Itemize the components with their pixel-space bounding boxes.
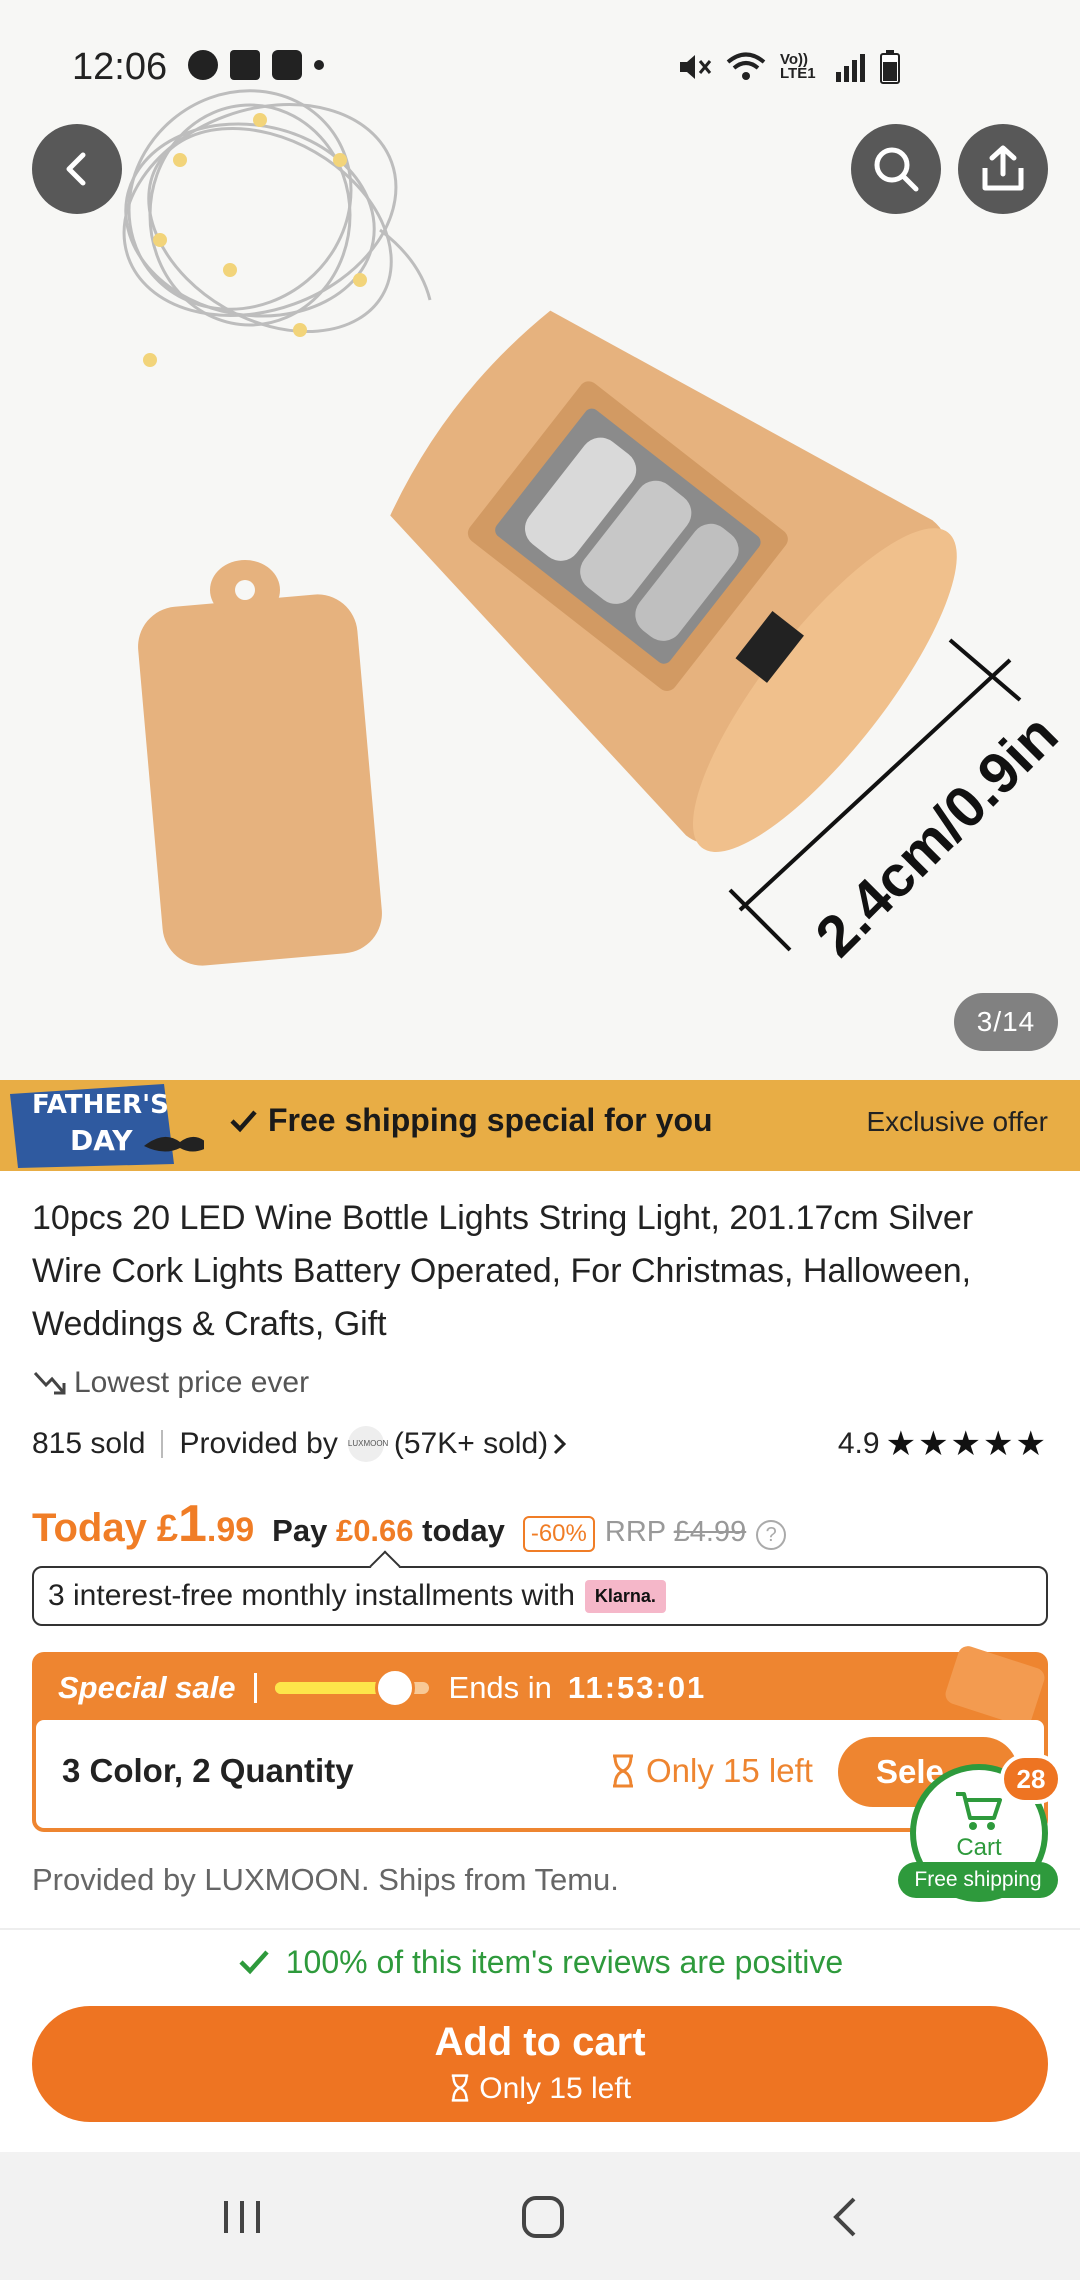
hourglass-icon xyxy=(613,1754,633,1788)
pay-amount: £0.66 xyxy=(335,1513,414,1548)
countdown-timer: 11:53:01 xyxy=(567,1670,707,1705)
status-time: 12:06 xyxy=(72,46,168,88)
promo-bar[interactable]: FATHER'S DAY Free shipping special for y… xyxy=(0,1080,1080,1171)
chevron-left-icon xyxy=(833,2197,856,2237)
check-icon xyxy=(230,1110,257,1132)
home-button[interactable] xyxy=(503,2182,583,2252)
volte-icon: Vo)) LTE1 xyxy=(780,51,816,82)
rrp-value: £4.99 xyxy=(673,1516,747,1548)
exclusive-offer-label: Exclusive offer xyxy=(866,1106,1048,1137)
price-whole: 1 xyxy=(177,1495,207,1553)
add-to-cart-button[interactable]: Add to cart Only 15 left xyxy=(32,2006,1048,2122)
price-fraction: .99 xyxy=(206,1511,255,1549)
trophy-icon xyxy=(230,50,260,80)
klarna-text: 3 interest-free monthly installments wit… xyxy=(48,1579,575,1612)
variant-selector[interactable]: 3 Color, 2 Quantity Only 15 left Sele xyxy=(36,1720,1044,1828)
nav-back-button[interactable] xyxy=(806,2182,886,2252)
provided-by-label: Provided by xyxy=(179,1427,338,1460)
share-icon xyxy=(982,145,1024,191)
search-icon xyxy=(874,147,919,192)
reviews-positive: 100% of this item's reviews are positive xyxy=(0,1944,1080,1981)
cart-label: Cart xyxy=(956,1834,1002,1861)
trend-down-icon xyxy=(33,1371,66,1395)
rrp: RRP £4.99 xyxy=(605,1516,746,1549)
special-sale-box: Special sale Ends in 11:53:01 3 Color, 2… xyxy=(32,1643,1048,1832)
share-button[interactable] xyxy=(958,124,1048,214)
fathers-day-badge: FATHER'S DAY xyxy=(4,1080,210,1171)
help-icon[interactable]: ? xyxy=(756,1520,787,1550)
cart-count-badge: 28 xyxy=(1000,1754,1062,1804)
add-to-cart-stock: Only 15 left xyxy=(32,2072,1048,2106)
special-sale-label: Special sale xyxy=(58,1670,236,1705)
check-icon xyxy=(239,1950,269,1975)
cart-icon xyxy=(956,1792,1002,1830)
free-shipping-text: Free shipping special for you xyxy=(228,1102,713,1139)
rating[interactable]: 4.9 ★★★★★ xyxy=(838,1422,1048,1466)
rating-value: 4.9 xyxy=(837,1427,880,1460)
search-button[interactable] xyxy=(851,124,941,214)
hourglass-icon xyxy=(451,2074,469,2102)
battery-icon xyxy=(880,50,900,84)
chevron-left-icon xyxy=(66,152,86,186)
discount-badge: -60% xyxy=(522,1516,595,1552)
add-to-cart-stock-label: Only 15 left xyxy=(479,2072,632,2105)
dot-icon xyxy=(314,60,324,70)
recent-apps-icon xyxy=(224,2201,260,2233)
signal-icon xyxy=(836,54,865,82)
stock-left-label: Only 15 left xyxy=(646,1752,813,1789)
pay-today: Pay £0.66 today xyxy=(272,1513,505,1549)
lowest-price-badge: Lowest price ever xyxy=(32,1366,309,1400)
klarna-logo: Klarna. xyxy=(584,1579,666,1613)
store-sold-count: (57K+ sold) xyxy=(393,1427,549,1460)
home-icon xyxy=(522,2196,564,2238)
star-rating-icons: ★★★★★ xyxy=(885,1425,1048,1463)
badge-line2: DAY xyxy=(70,1124,133,1157)
add-to-cart-label: Add to cart xyxy=(434,2020,646,2064)
status-bar: 12:06 Vo)) LTE1 xyxy=(0,40,1080,100)
klarna-installments[interactable]: 3 interest-free monthly installments wit… xyxy=(32,1566,1048,1626)
rrp-label: RRP xyxy=(604,1516,666,1548)
free-shipping-label: Free shipping special for you xyxy=(268,1102,713,1138)
figure-icon xyxy=(272,50,302,80)
meta-divider xyxy=(161,1430,164,1458)
section-divider xyxy=(0,1928,1080,1930)
price-row: Today £ 1 .99 Pay £0.66 today -60% RRP £… xyxy=(32,1494,787,1554)
sale-progress xyxy=(274,1668,429,1708)
back-button[interactable] xyxy=(32,124,122,214)
product-image-gallery[interactable]: 2.4cm/0.9in 12:06 Vo)) LTE1 3/14 xyxy=(0,0,1080,1080)
stock-left: Only 15 left xyxy=(610,1752,813,1790)
sale-divider xyxy=(253,1673,257,1703)
sale-header: Special sale Ends in 11:53:01 xyxy=(58,1668,706,1708)
store-logo: LUXMOON xyxy=(347,1426,388,1462)
wear-icon xyxy=(188,50,218,80)
pay-suffix: today xyxy=(422,1513,505,1548)
badge-line1: FATHER'S xyxy=(32,1090,169,1120)
mute-icon xyxy=(680,55,712,79)
chevron-right-icon xyxy=(554,1433,567,1455)
clock-icon xyxy=(374,1668,415,1708)
variant-summary: 3 Color, 2 Quantity xyxy=(62,1752,354,1789)
wifi-icon xyxy=(726,52,766,80)
pay-label: Pay xyxy=(272,1513,328,1548)
today-label: Today xyxy=(32,1506,147,1550)
notification-icons xyxy=(188,50,324,80)
reviews-text: 100% of this item's reviews are positive xyxy=(285,1944,844,1980)
sale-decoration xyxy=(942,1643,1048,1729)
cart-free-shipping: Free shipping xyxy=(898,1862,1058,1898)
lowest-price-label: Lowest price ever xyxy=(74,1366,310,1399)
shipping-note: Provided by LUXMOON. Ships from Temu. xyxy=(32,1862,619,1897)
image-counter: 3/14 xyxy=(954,993,1058,1051)
system-navigation-bar xyxy=(0,2152,1080,2280)
sold-count: 815 sold xyxy=(32,1427,146,1460)
product-title: 10pcs 20 LED Wine Bottle Lights String L… xyxy=(32,1199,974,1343)
currency-symbol: £ xyxy=(156,1508,178,1550)
recent-apps-button[interactable] xyxy=(202,2182,282,2252)
system-icons: Vo)) LTE1 xyxy=(678,50,900,84)
ends-in-label: Ends in xyxy=(448,1670,552,1705)
